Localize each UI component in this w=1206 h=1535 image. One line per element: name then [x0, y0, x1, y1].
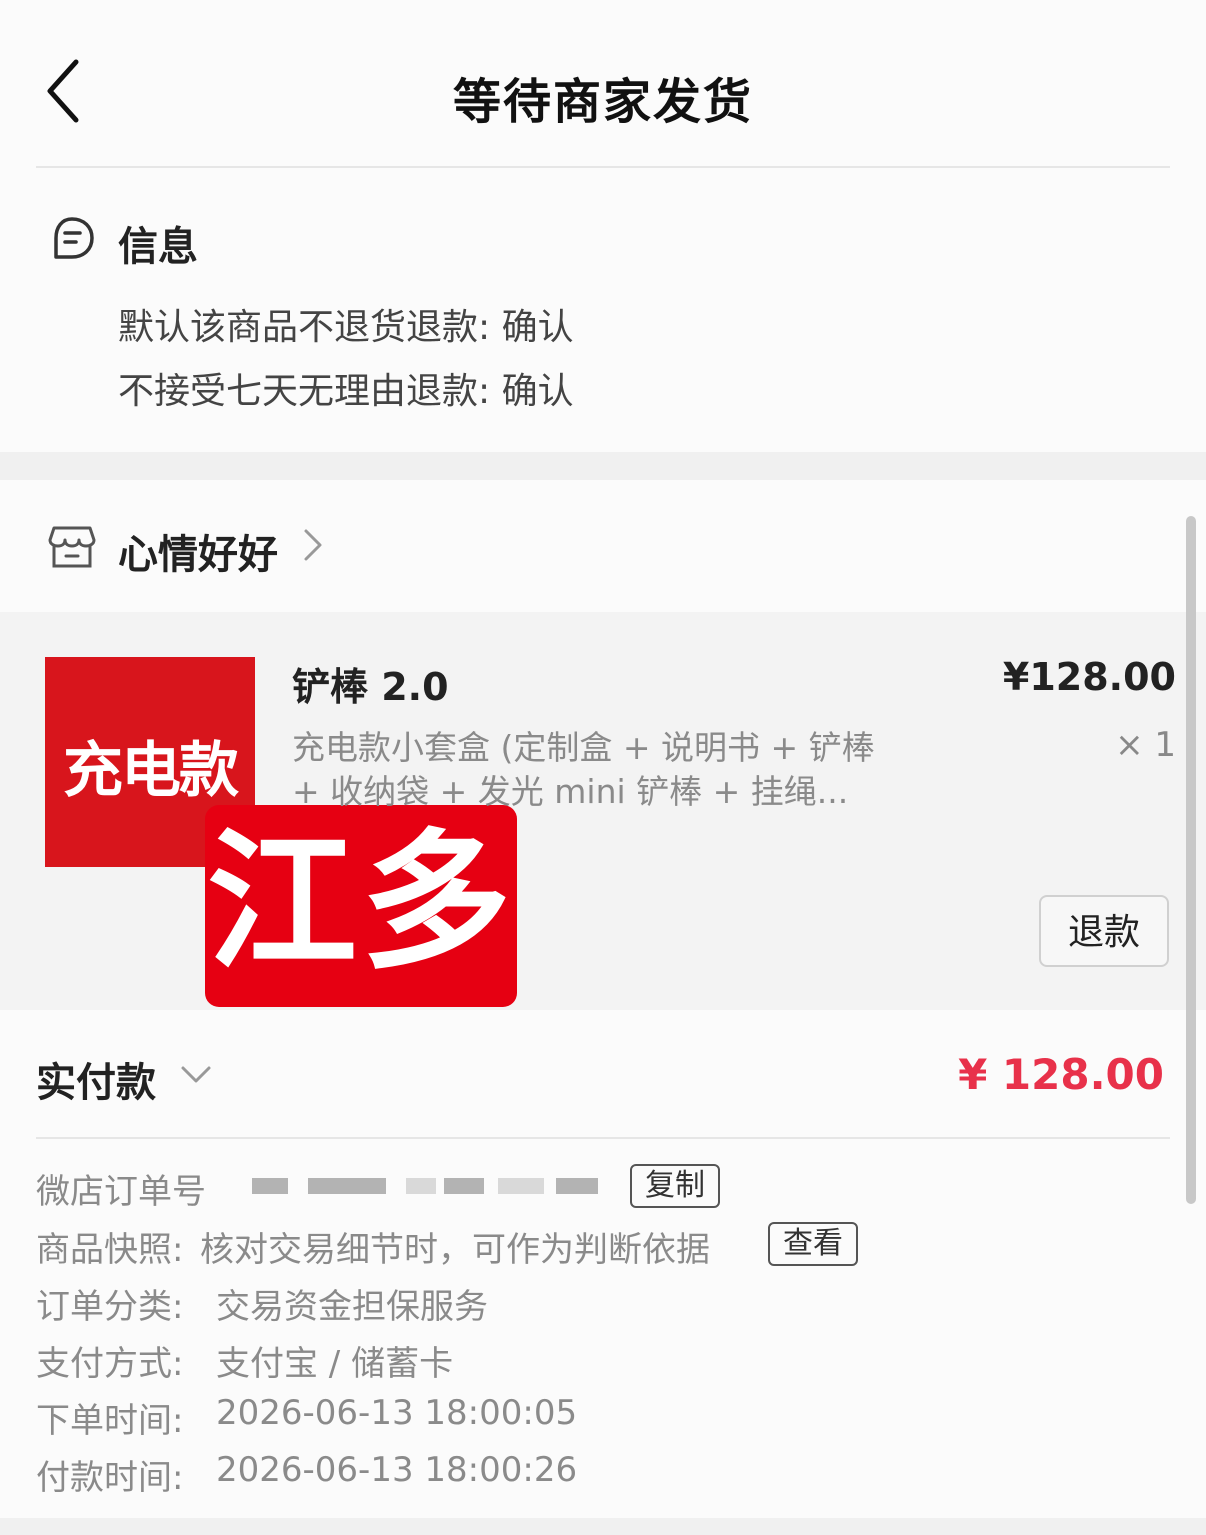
product-quantity: × 1: [1115, 725, 1176, 765]
product-name: 铲棒 2.0: [292, 665, 449, 709]
info-line-no-seven-day: 不接受七天无理由退款: 确认: [118, 371, 574, 412]
shop-name-link[interactable]: 心情好好: [118, 522, 278, 580]
paid-divider: [36, 1137, 1170, 1139]
snapshot-label: 商品快照:: [36, 1230, 184, 1270]
snapshot-description: 核对交易细节时，可作为判断依据: [200, 1230, 710, 1270]
refund-button[interactable]: 退款: [1039, 895, 1169, 967]
header-divider: [36, 166, 1170, 168]
chevron-right-icon[interactable]: [302, 528, 324, 562]
order-number-label: 微店订单号: [36, 1172, 206, 1212]
product-thumbnail-text: 充电款: [63, 736, 239, 806]
payment-time-value: 2026-06-13 18:00:26: [216, 1450, 578, 1490]
paid-amount-label[interactable]: 实付款: [36, 1050, 156, 1108]
product-price: ¥128.00: [1002, 655, 1176, 699]
order-category-label: 订单分类:: [36, 1287, 184, 1327]
copy-order-number-button[interactable]: 复制: [630, 1164, 720, 1208]
section-separator: [0, 452, 1206, 480]
order-number-redacted: [246, 1160, 606, 1210]
paid-amount-value: ¥ 128.00: [958, 1050, 1164, 1099]
info-section-title: 信息: [118, 224, 198, 270]
payment-time-label: 付款时间:: [36, 1458, 184, 1498]
bottom-separator: [0, 1518, 1206, 1535]
payment-method-value: 支付宝 / 储蓄卡: [216, 1344, 454, 1384]
payment-method-label: 支付方式:: [36, 1344, 184, 1384]
order-time-label: 下单时间:: [36, 1401, 184, 1441]
order-category-value: 交易资金担保服务: [216, 1287, 488, 1327]
message-icon: [48, 215, 96, 263]
view-snapshot-button[interactable]: 查看: [768, 1222, 858, 1266]
store-icon: [48, 524, 96, 570]
watermark-sticker-text: 江多: [206, 816, 515, 990]
info-line-no-return: 默认该商品不退货退款: 确认: [118, 307, 574, 348]
product-spec: 充电款小套盒 (定制盒 + 说明书 + 铲棒 + 收纳袋 + 发光 mini 铲…: [292, 728, 875, 811]
order-time-value: 2026-06-13 18:00:05: [216, 1393, 578, 1433]
page-title: 等待商家发货: [452, 74, 753, 130]
chevron-down-icon[interactable]: [180, 1064, 212, 1086]
scrollbar[interactable]: [1186, 516, 1196, 1204]
